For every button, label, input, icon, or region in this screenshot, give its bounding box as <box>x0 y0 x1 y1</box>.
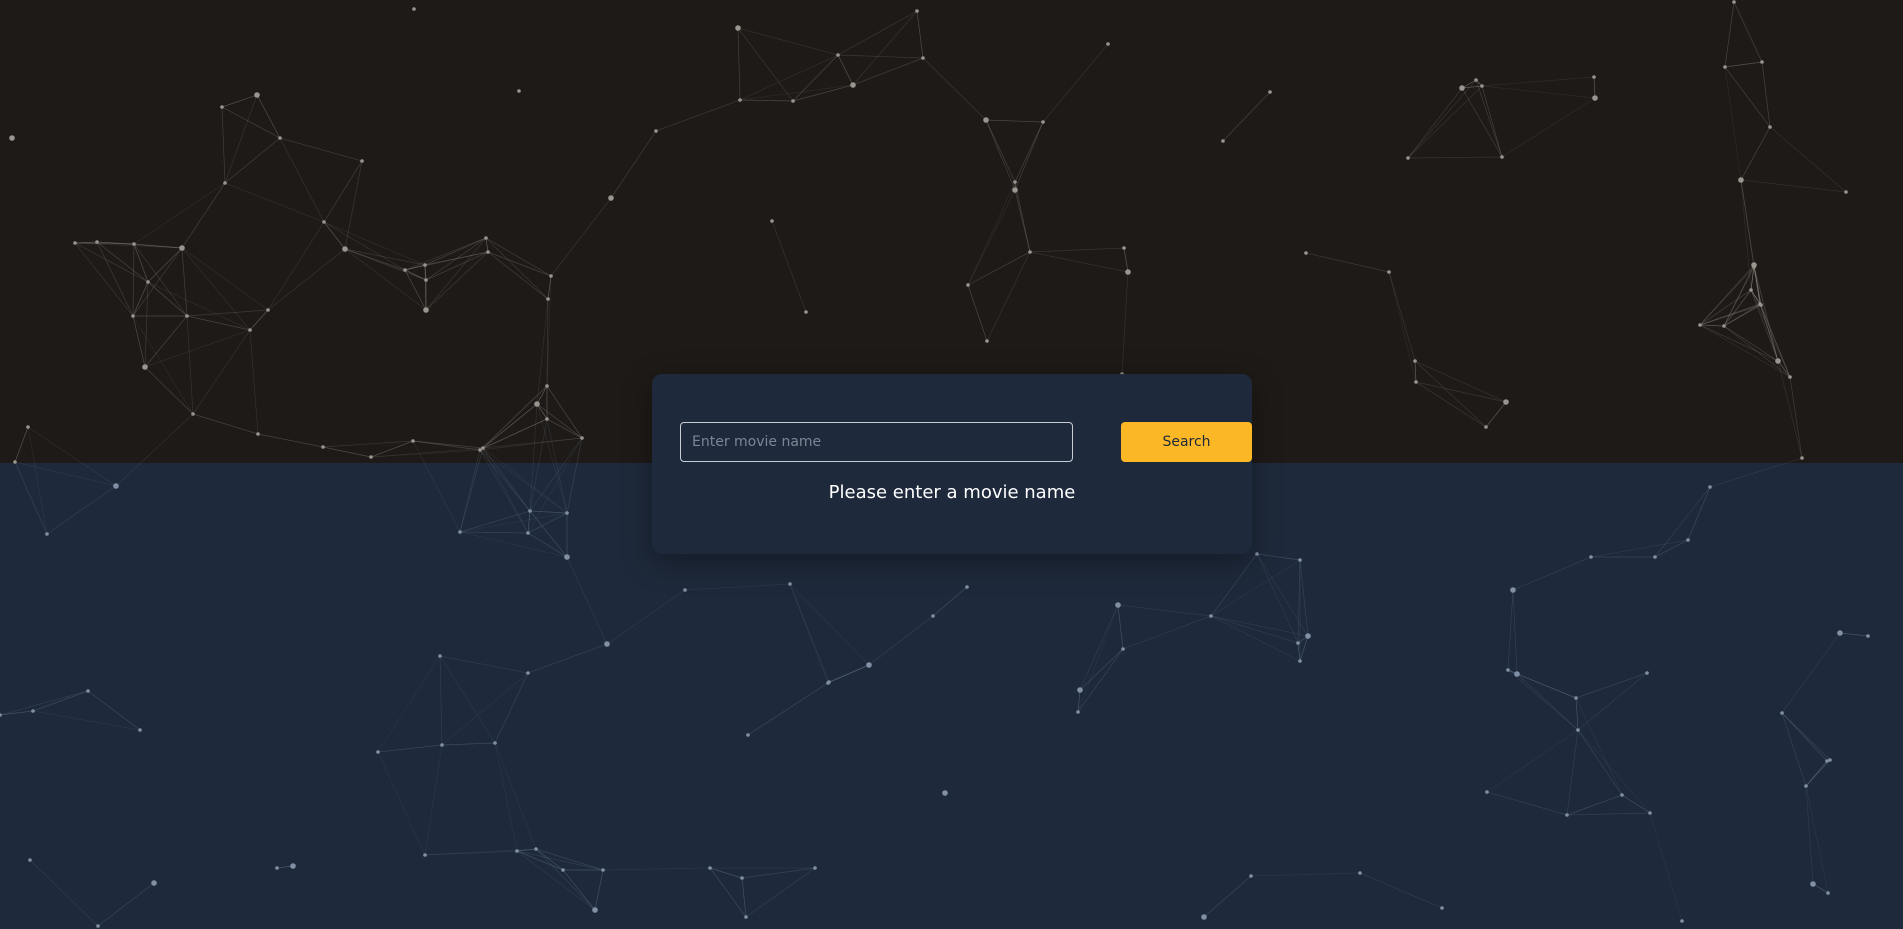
status-message: Please enter a movie name <box>828 482 1076 503</box>
search-card: Search Please enter a movie name <box>652 374 1252 554</box>
movie-search-input[interactable] <box>680 422 1073 462</box>
search-row: Search <box>680 422 1252 462</box>
page: Search Please enter a movie name <box>0 0 1903 929</box>
search-button[interactable]: Search <box>1121 422 1252 462</box>
